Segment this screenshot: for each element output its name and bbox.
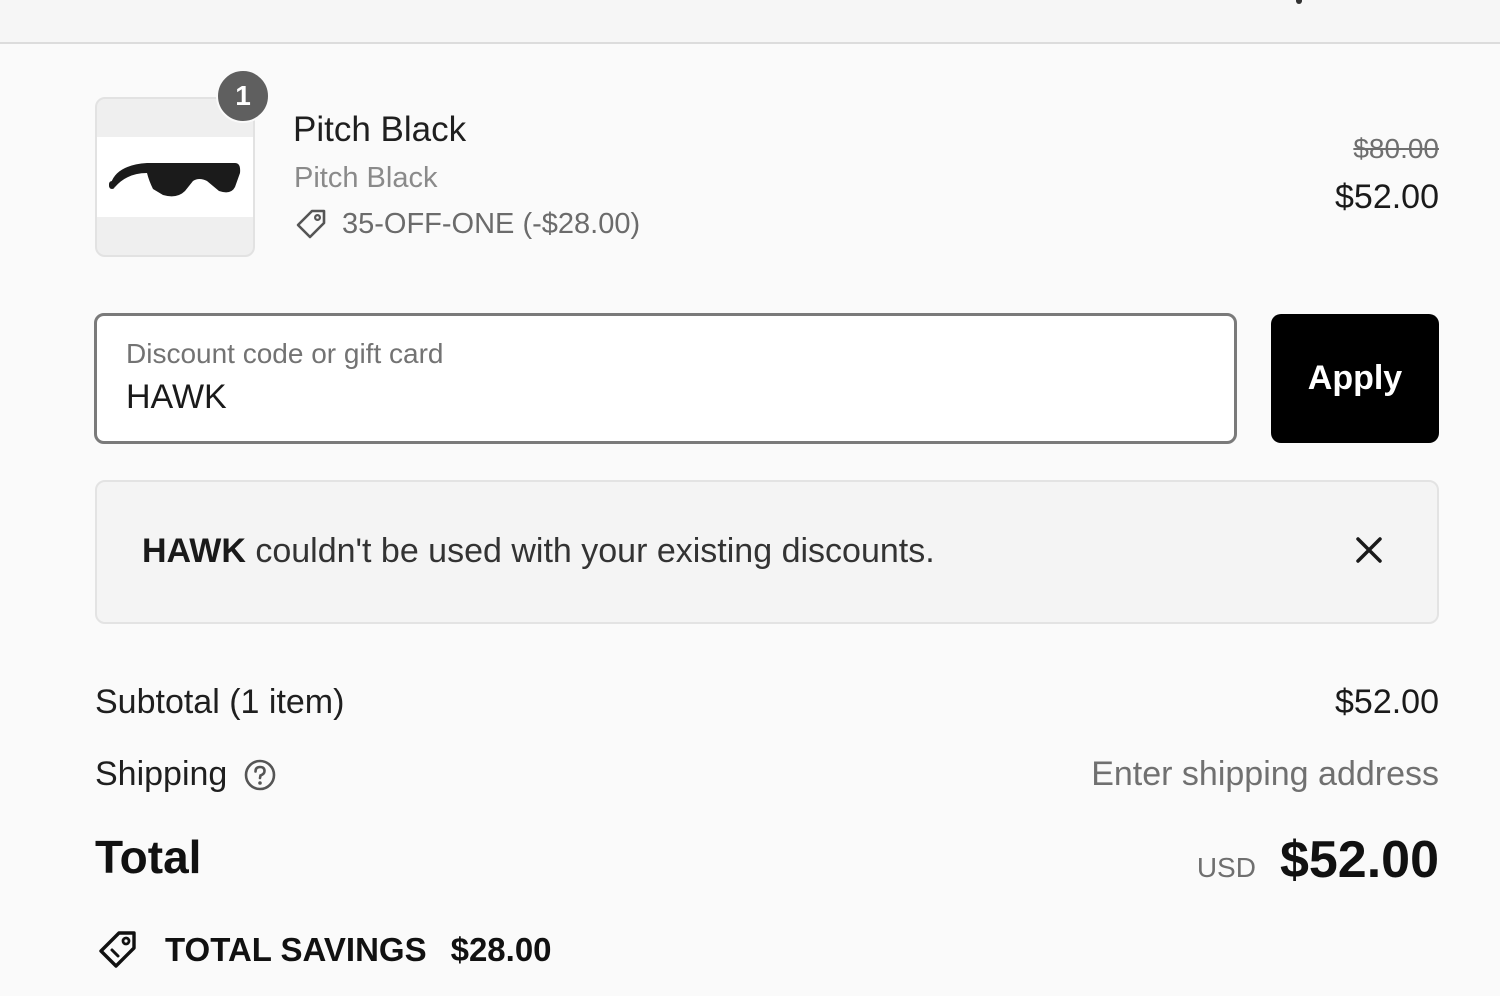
- currency-code: USD: [1196, 852, 1256, 883]
- shipping-row-label: Shipping: [95, 755, 277, 794]
- total-savings: TOTAL SAVINGS $28.00: [95, 928, 552, 972]
- original-price: $80.00: [1353, 133, 1439, 164]
- header-bar: [0, 0, 1500, 44]
- product-thumbnail: 1: [95, 69, 270, 257]
- product-discount-label: 35-OFF-ONE (-$28.00): [342, 207, 641, 240]
- discount-error-message: HAWK couldn't be used with your existing…: [142, 532, 935, 571]
- subtotal-label: Subtotal (1 item): [95, 683, 345, 721]
- shipping-label: Shipping: [95, 755, 228, 793]
- discount-error-banner: HAWK couldn't be used with your existing…: [95, 480, 1439, 624]
- product-image: [95, 97, 255, 257]
- savings-value: $28.00: [450, 931, 552, 968]
- header-fragment: [1296, 0, 1302, 4]
- quantity-badge: 1: [216, 69, 270, 123]
- sunglasses-icon: [109, 163, 241, 197]
- total-value: USD $52.00: [1197, 830, 1439, 890]
- discount-code-input[interactable]: [126, 378, 1186, 417]
- close-icon[interactable]: [1349, 530, 1389, 570]
- product-title: Pitch Black: [293, 110, 467, 149]
- help-icon[interactable]: [243, 758, 277, 792]
- discount-error-code: HAWK: [142, 532, 246, 570]
- apply-button[interactable]: Apply: [1271, 314, 1439, 443]
- discount-field-label: Discount code or gift card: [126, 338, 444, 369]
- total-label: Total: [95, 831, 202, 883]
- shipping-value: Enter shipping address: [1091, 755, 1439, 793]
- tag-icon: [296, 209, 326, 239]
- subtotal-value: $52.00: [1335, 683, 1439, 721]
- product-discount: 35-OFF-ONE (-$28.00): [294, 207, 640, 241]
- discount-error-text: couldn't be used with your existing disc…: [245, 532, 935, 570]
- discount-code-field[interactable]: Discount code or gift card: [94, 313, 1237, 444]
- total-amount: $52.00: [1279, 831, 1439, 889]
- close-glyph: [1356, 537, 1382, 563]
- savings-label: TOTAL SAVINGS: [165, 931, 427, 968]
- savings-tag-icon: [99, 931, 136, 968]
- product-variant: Pitch Black: [294, 162, 438, 194]
- product-price: $52.00: [1335, 178, 1439, 216]
